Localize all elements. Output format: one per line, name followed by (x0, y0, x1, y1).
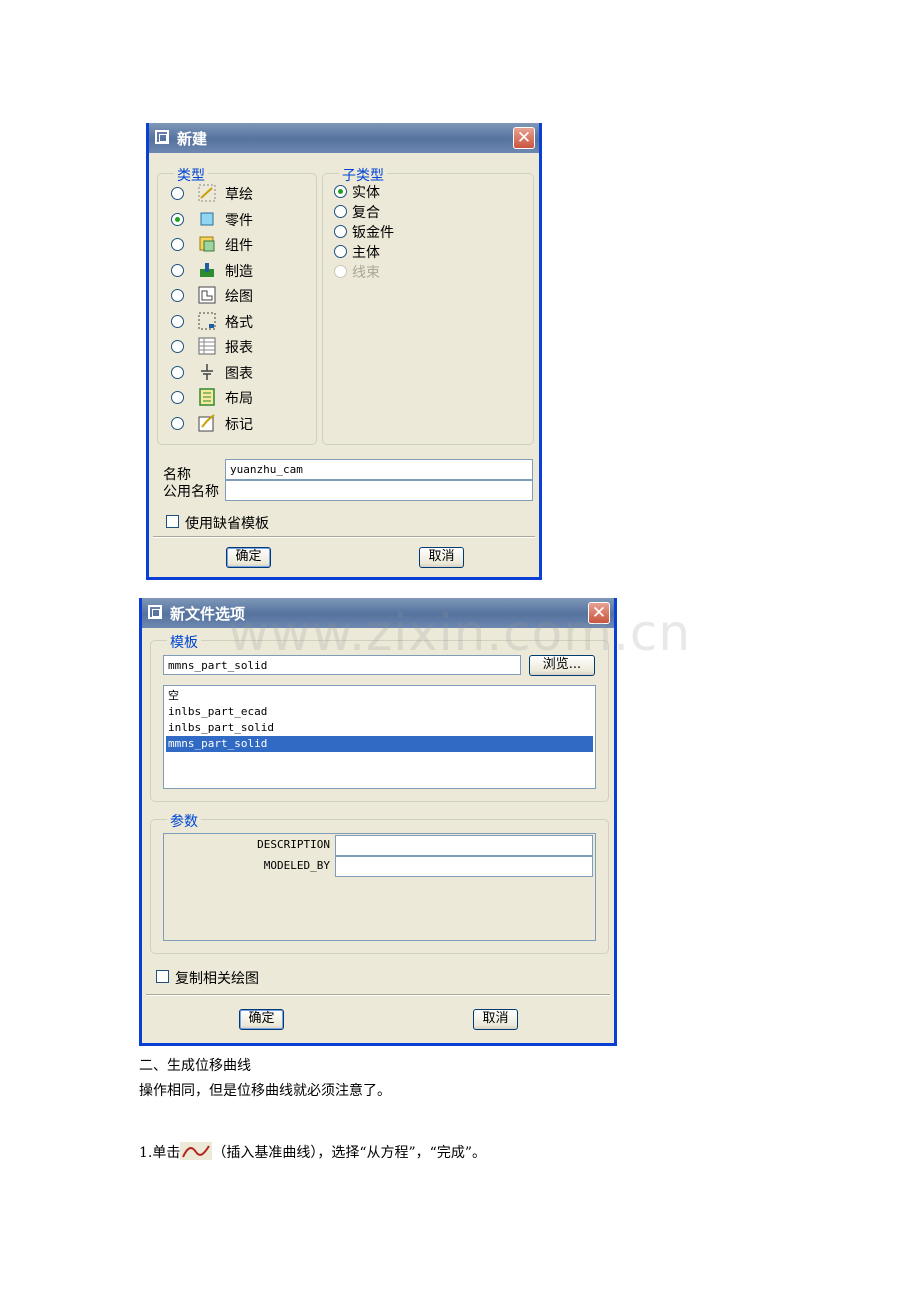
type-radio[interactable] (171, 391, 184, 404)
parameter-name: DESCRIPTION (257, 838, 330, 851)
ok-button[interactable]: 确定 (226, 547, 271, 568)
button-separator (146, 994, 610, 996)
type-label: 零件 (225, 212, 253, 229)
template-list-item[interactable]: mmns_part_solid (166, 736, 593, 752)
type-radio[interactable] (171, 289, 184, 302)
subtype-radio[interactable] (334, 185, 347, 198)
new-file-options-dialog: 新文件选项 ✕ 模板 mmns_part_solid 浏览... 空 inlbs_… (139, 598, 617, 1046)
layout-icon (198, 388, 216, 406)
common-name-label: 公用名称 (163, 484, 219, 500)
subtype-radio[interactable] (334, 245, 347, 258)
type-label: 草绘 (225, 187, 253, 203)
insert-datum-curve-icon (180, 1142, 213, 1160)
cancel-button[interactable]: 取消 (419, 547, 464, 568)
drawing-icon (198, 286, 216, 304)
watermark: www.zixin.com.cn (228, 604, 692, 662)
assembly-icon (198, 235, 216, 253)
type-label: 报表 (225, 340, 253, 356)
common-name-field[interactable] (225, 480, 533, 501)
template-list-item[interactable]: inlbs_part_ecad (166, 704, 593, 720)
subtype-label: 实体 (352, 185, 380, 201)
part-icon (198, 210, 216, 228)
ok-button[interactable]: 确定 (239, 1009, 284, 1030)
type-group-legend: 类型 (174, 165, 208, 185)
parameters-group-legend: 参数 (167, 811, 201, 831)
type-radio[interactable] (171, 416, 184, 430)
new-dialog-titlebar[interactable]: 新建 ✕ (149, 123, 539, 153)
window-icon (148, 605, 162, 619)
subtype-label: 主体 (352, 245, 380, 261)
template-group-legend: 模板 (167, 632, 201, 652)
type-label: 格式 (225, 314, 253, 331)
button-separator (153, 536, 535, 538)
dialog-title: 新建 (177, 130, 208, 148)
type-label: 制造 (225, 263, 253, 280)
section-heading: 二、生成位移曲线 (139, 1058, 251, 1074)
subtype-radio[interactable] (334, 225, 347, 238)
name-field[interactable]: yuanzhu_cam (225, 459, 533, 480)
manufacturing-icon (198, 261, 216, 279)
subtype-radio[interactable] (334, 205, 347, 218)
template-list-item[interactable]: 空 (166, 688, 593, 704)
type-label: 图表 (225, 365, 253, 382)
parameter-value-field[interactable] (335, 835, 593, 856)
type-radio[interactable] (171, 340, 184, 353)
template-list[interactable]: 空 inlbs_part_ecad inlbs_part_solid mmns_par… (163, 685, 596, 789)
type-label: 标记 (225, 416, 253, 433)
step-suffix: （插入基准曲线），选择“从方程”，“完成”。 (212, 1145, 486, 1161)
type-label: 组件 (225, 238, 253, 254)
step-text: 1.单击 （插入基准曲线），选择“从方程”，“完成”。 (139, 1142, 486, 1162)
type-radio[interactable] (171, 212, 184, 226)
close-button[interactable]: ✕ (513, 127, 535, 149)
window-icon (155, 130, 169, 144)
template-list-item[interactable]: inlbs_part_solid (166, 720, 593, 736)
parameters-table: DESCRIPTION MODELED_BY (163, 833, 596, 941)
subtype-label: 复合 (352, 205, 380, 221)
cancel-button[interactable]: 取消 (473, 1009, 518, 1030)
subtype-label: 线束 (352, 265, 380, 281)
type-radio[interactable] (171, 263, 184, 277)
type-radio[interactable] (171, 187, 184, 200)
use-default-template-checkbox[interactable] (166, 515, 179, 528)
subtype-radio (334, 265, 347, 278)
sketch-icon (198, 184, 216, 202)
new-dialog: 新建 ✕ 类型 草绘 零件 组件 制造 绘图 格式 报表 图表 布局 标记 子类型 实体 复合 钣金件… (146, 123, 542, 580)
diagram-icon (198, 363, 216, 381)
step-prefix: 1.单击 (139, 1145, 181, 1161)
use-default-template-label: 使用缺省模板 (185, 516, 269, 532)
body-text: 操作相同，但是位移曲线就必须注意了。 (139, 1083, 391, 1099)
parameter-value-field[interactable] (335, 856, 593, 877)
type-radio[interactable] (171, 238, 184, 251)
copy-drawings-label: 复制相关绘图 (175, 971, 259, 987)
format-icon (198, 312, 216, 330)
subtype-label: 钣金件 (352, 225, 394, 241)
type-label: 绘图 (225, 289, 253, 305)
report-icon (198, 337, 216, 355)
type-radio[interactable] (171, 314, 184, 328)
copy-drawings-checkbox[interactable] (156, 970, 169, 983)
type-label: 布局 (225, 391, 253, 407)
type-radio[interactable] (171, 365, 184, 379)
markup-icon (198, 413, 216, 432)
parameter-name: MODELED_BY (263, 859, 330, 872)
